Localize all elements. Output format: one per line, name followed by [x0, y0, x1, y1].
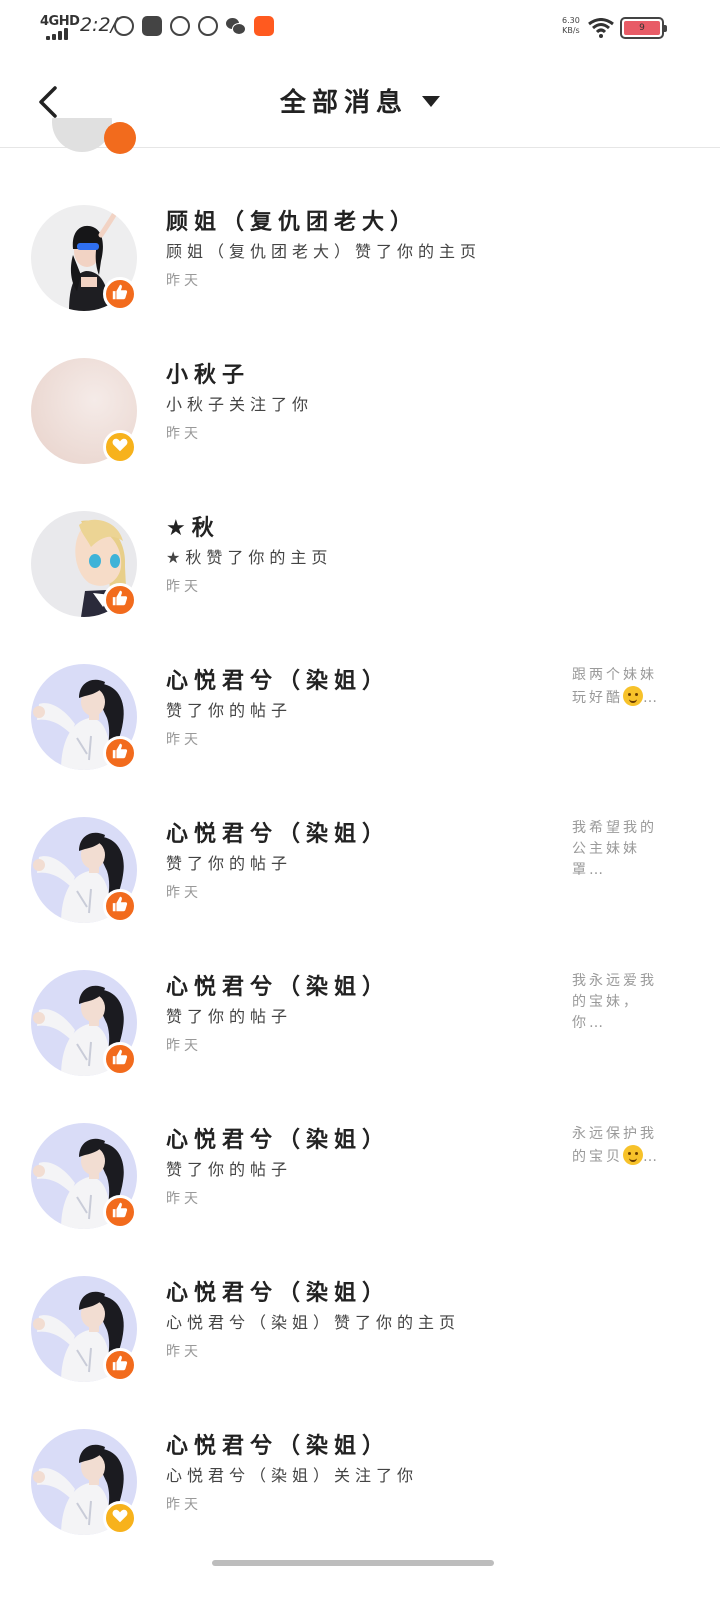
like-badge [103, 1195, 137, 1229]
battery-icon: 9 [620, 17, 667, 39]
list-item[interactable]: 心悦君兮（染姐） 赞了你的帖子 昨天 跟两个妹妹玩好酷… [0, 639, 720, 792]
post-preview[interactable]: 跟两个妹妹玩好酷… [572, 665, 668, 709]
avatar-container[interactable] [31, 1123, 139, 1231]
message-time: 昨天 [166, 1038, 202, 1054]
sender-name[interactable]: 顾姐（复仇团老大） [166, 204, 418, 236]
message-time: 昨天 [166, 1497, 202, 1513]
battery-level: 9 [624, 21, 660, 35]
avatar-container[interactable] [31, 970, 139, 1078]
message-time: 昨天 [166, 273, 202, 289]
avatar-container[interactable] [31, 664, 139, 772]
partial-list-item [52, 118, 138, 158]
status-bar: 4GHD 2:2/ 6.30 KB/s 9 [0, 0, 720, 56]
like-badge [103, 736, 137, 770]
like-badge [103, 277, 137, 311]
mail-app-icon [142, 16, 162, 36]
post-preview[interactable]: 永远保护我的宝贝… [572, 1124, 668, 1168]
thumbs-up-icon [111, 589, 129, 611]
message-content: 心悦君兮（染姐）关注了你 [166, 1466, 419, 1485]
message-time: 昨天 [166, 579, 202, 595]
list-item[interactable]: 心悦君兮（染姐） 心悦君兮（染姐）关注了你 昨天 [0, 1404, 720, 1557]
thumbs-up-icon [111, 1201, 129, 1223]
message-content: 小秋子关注了你 [166, 395, 314, 414]
message-content: 赞了你的帖子 [166, 854, 293, 873]
notification-icons [114, 16, 274, 36]
avatar-container[interactable] [31, 205, 139, 313]
list-item[interactable]: 心悦君兮（染姐） 心悦君兮（染姐）赞了你的主页 昨天 [0, 1251, 720, 1404]
list-item[interactable]: 心悦君兮（染姐） 赞了你的帖子 昨天 永远保护我的宝贝… [0, 1098, 720, 1251]
message-time: 昨天 [166, 426, 202, 442]
kuaishou-icon [254, 16, 274, 36]
page-title: 全部消息 [279, 88, 408, 118]
post-preview[interactable]: 我希望我的公主妹妹罩… [572, 818, 668, 881]
message-content: 心悦君兮（染姐）赞了你的主页 [166, 1313, 461, 1332]
clock: 2:2/ [80, 14, 117, 36]
halo-emoji [623, 1145, 643, 1165]
like-badge [103, 1042, 137, 1076]
kiss-emoji [623, 686, 643, 706]
message-time: 昨天 [166, 1344, 202, 1360]
post-preview[interactable]: 我永远爱我的宝妹，你… [572, 971, 668, 1034]
avatar-container[interactable] [31, 1276, 139, 1384]
avatar-container[interactable] [31, 358, 139, 466]
network-type: 4GHD [40, 14, 80, 29]
sender-name[interactable]: 心悦君兮（染姐） [166, 1428, 390, 1460]
sender-name[interactable]: 心悦君兮（染姐） [166, 1275, 390, 1307]
avatar-container[interactable] [31, 1429, 139, 1537]
list-item[interactable]: 顾姐（复仇团老大） 顾姐（复仇团老大）赞了你的主页 昨天 [0, 180, 720, 333]
message-content: 赞了你的帖子 [166, 701, 293, 720]
sender-name[interactable]: 心悦君兮（染姐） [166, 969, 390, 1001]
like-badge [103, 889, 137, 923]
list-item[interactable]: 心悦君兮（染姐） 赞了你的帖子 昨天 我希望我的公主妹妹罩… [0, 792, 720, 945]
sender-name[interactable]: 小秋子 [166, 357, 250, 389]
message-content: 赞了你的帖子 [166, 1160, 293, 1179]
avatar [52, 118, 112, 152]
sender-name[interactable]: ★秋 [166, 510, 220, 542]
home-indicator[interactable] [212, 1560, 494, 1566]
thumbs-up-icon [111, 283, 129, 305]
wifi-icon [588, 18, 614, 38]
like-badge [103, 583, 137, 617]
message-content: 赞了你的帖子 [166, 1007, 293, 1026]
follow-badge [103, 1501, 137, 1535]
thumbs-up-icon [111, 1354, 129, 1376]
browser-app-icon [170, 16, 190, 36]
like-badge [103, 1348, 137, 1382]
wechat-icon [226, 16, 246, 36]
message-time: 昨天 [166, 885, 202, 901]
signal-icon [46, 28, 72, 40]
thumbs-up-icon [111, 1048, 129, 1070]
follow-badge [103, 430, 137, 464]
message-content: 顾姐（复仇团老大）赞了你的主页 [166, 242, 482, 261]
network-speed: 6.30 KB/s [562, 16, 580, 35]
sender-name[interactable]: 心悦君兮（染姐） [166, 1122, 390, 1154]
list-item[interactable]: ★秋 ★秋赞了你的主页 昨天 [0, 486, 720, 639]
weibo-icon [114, 16, 134, 36]
avatar-container[interactable] [31, 817, 139, 925]
like-badge [104, 122, 136, 154]
thumbs-up-icon [111, 895, 129, 917]
list-item[interactable]: 心悦君兮（染姐） 赞了你的帖子 昨天 我永远爱我的宝妹，你… [0, 945, 720, 1098]
message-time: 昨天 [166, 732, 202, 748]
sender-name[interactable]: 心悦君兮（染姐） [166, 816, 390, 848]
list-item[interactable]: 小秋子小秋子关注了你 昨天 [0, 333, 720, 486]
heart-icon [111, 436, 129, 458]
message-time: 昨天 [166, 1191, 202, 1207]
thumbs-up-icon [111, 742, 129, 764]
heart-icon [111, 1507, 129, 1529]
title-dropdown[interactable]: 全部消息 [0, 82, 720, 119]
avatar-container[interactable] [31, 511, 139, 619]
caret-down-icon [422, 96, 440, 107]
video-app-icon [198, 16, 218, 36]
sender-name[interactable]: 心悦君兮（染姐） [166, 663, 390, 695]
message-content: ★秋赞了你的主页 [166, 548, 333, 567]
